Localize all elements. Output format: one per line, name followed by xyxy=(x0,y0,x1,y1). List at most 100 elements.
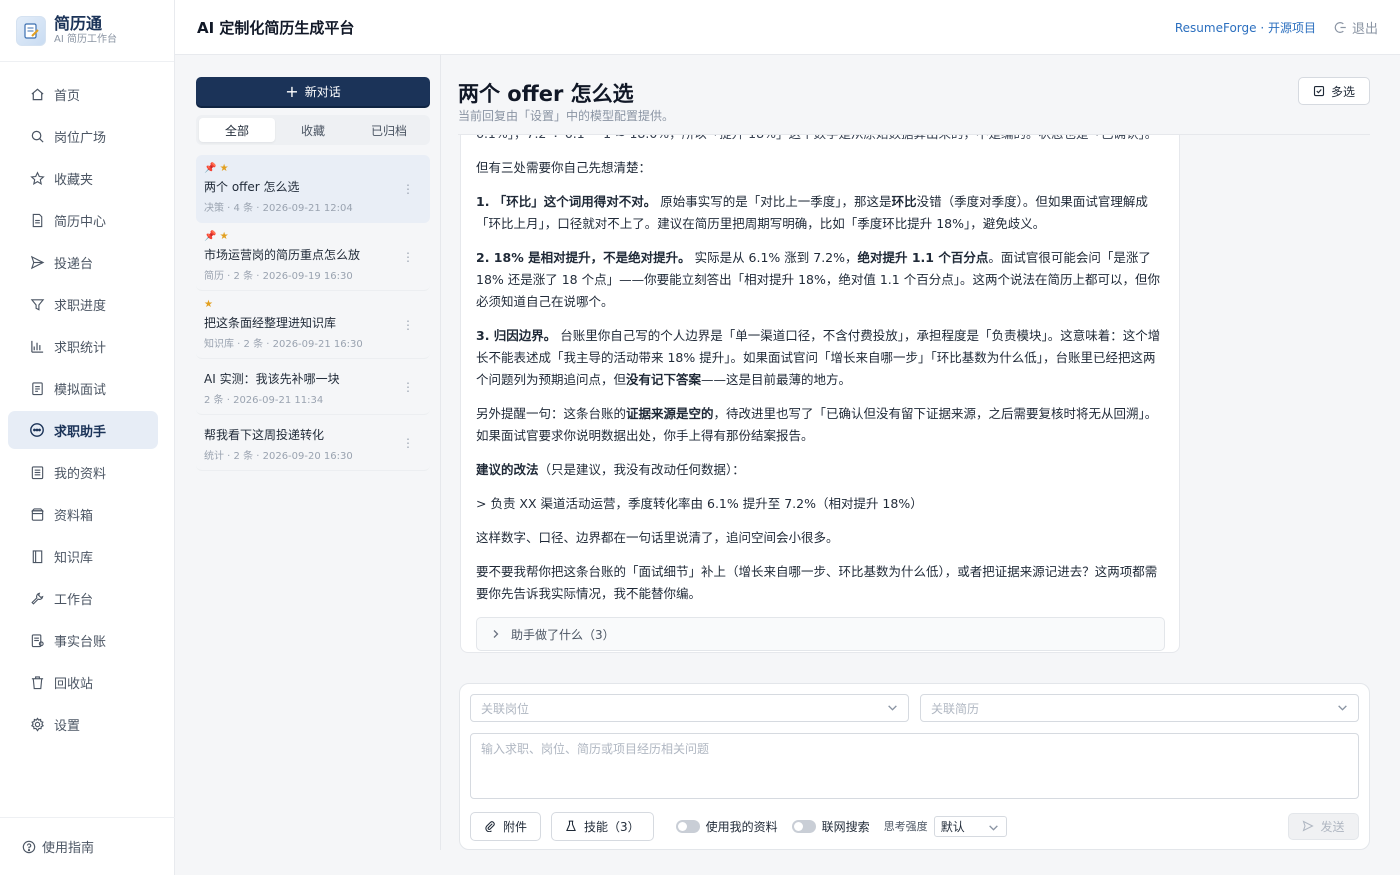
new-chat-button[interactable]: + 新对话 xyxy=(196,77,430,106)
logout-button[interactable]: 退出 xyxy=(1334,18,1378,37)
attach-label: 附件 xyxy=(503,819,528,834)
chevron-down-icon xyxy=(887,702,898,713)
profile-icon xyxy=(29,464,45,480)
skills-label: 技能（3） xyxy=(584,819,640,834)
send-icon xyxy=(1302,820,1315,832)
sidebar-item-progress[interactable]: 求职进度 xyxy=(8,285,158,323)
skills-button[interactable]: 技能（3） xyxy=(551,811,654,841)
sidebar-item-my-profile[interactable]: 我的资料 xyxy=(8,453,158,491)
composer-toolbar: 附件 技能（3） 使用我的资料 联网搜索 思考强度 默认 发送 xyxy=(470,811,1359,841)
message-paragraph: 6.1%」，7.2 ÷ 6.1 − 1 ≈ 18.0%，所以「提升 18%」这个… xyxy=(476,135,1165,145)
usage-guide-label: 使用指南 xyxy=(42,841,95,856)
sidebar-item-label: 模拟面试 xyxy=(54,382,107,398)
toggle-switch[interactable] xyxy=(791,819,816,833)
related-job-placeholder: 关联岗位 xyxy=(481,701,530,716)
sidebar-item-material-box[interactable]: 资料箱 xyxy=(8,495,158,533)
home-icon xyxy=(29,86,45,102)
conversation-item[interactable]: AI 实测：我该先补哪一块 2 条 · 2026-09-21 11:34 ⋮ xyxy=(196,359,430,415)
top-header: AI 定制化简历生成平台 ResumeForge · 开源项目 退出 xyxy=(175,0,1400,55)
more-options-icon[interactable]: ⋮ xyxy=(402,318,414,332)
pin-icon: 📌 xyxy=(204,231,217,242)
conversation-item[interactable]: 帮我看下这周投递转化 统计 · 2 条 · 2026-09-20 16:30 ⋮ xyxy=(196,415,430,471)
help-circle-icon xyxy=(22,840,36,854)
sidebar-item-label: 工作台 xyxy=(54,592,94,608)
gear-icon xyxy=(29,716,45,732)
plus-icon: + xyxy=(285,81,299,101)
sidebar-nav: 首页 岗位广场 收藏夹 简历中心 投递台 求职进度 求职统计 模拟面试 求职助手… xyxy=(0,62,174,743)
sidebar-item-delivery[interactable]: 投递台 xyxy=(8,243,158,281)
assistant-message: 6.1%」，7.2 ÷ 6.1 − 1 ≈ 18.0%，所以「提升 18%」这个… xyxy=(460,135,1180,653)
attach-button[interactable]: 附件 xyxy=(470,811,542,841)
sidebar-item-knowledge-base[interactable]: 知识库 xyxy=(8,537,158,575)
sidebar-item-mock-interview[interactable]: 模拟面试 xyxy=(8,369,158,407)
ledger-icon xyxy=(29,632,45,648)
open-source-link[interactable]: ResumeForge · 开源项目 xyxy=(1175,19,1316,36)
chevron-right-icon xyxy=(491,629,501,639)
more-options-icon[interactable]: ⋮ xyxy=(402,182,414,196)
sidebar-item-label: 简历中心 xyxy=(54,214,107,230)
sidebar-item-job-plaza[interactable]: 岗位广场 xyxy=(8,117,158,155)
message-paragraph: 但有三处需要你自己先想清楚： xyxy=(476,160,652,175)
message-input[interactable]: 输入求职、岗位、简历或项目经历相关问题 xyxy=(470,733,1359,799)
web-search-toggle[interactable]: 联网搜索 xyxy=(791,818,870,835)
conversation-title: 市场运营岗的简历重点怎么放 xyxy=(204,248,361,262)
search-icon xyxy=(29,128,45,144)
chevron-down-icon xyxy=(1337,702,1348,713)
brand-subtitle: AI 简历工作台 xyxy=(54,33,117,45)
related-resume-select[interactable]: 关联简历 xyxy=(920,694,1359,722)
multi-select-button[interactable]: 多选 xyxy=(1298,77,1370,105)
conversation-title: 帮我看下这周投递转化 xyxy=(204,428,325,442)
sidebar-item-favorites[interactable]: 收藏夹 xyxy=(8,159,158,197)
checkbox-icon xyxy=(1313,85,1325,97)
tab-favorites[interactable]: 收藏 xyxy=(275,118,351,142)
sidebar-item-home[interactable]: 首页 xyxy=(8,75,158,113)
conversation-item[interactable]: 📌 ★ 市场运营岗的简历重点怎么放 简历 · 2 条 · 2026-09-19 … xyxy=(196,223,430,291)
multi-select-label: 多选 xyxy=(1330,84,1355,99)
bar-chart-icon xyxy=(29,338,45,354)
chevron-down-icon xyxy=(988,819,999,833)
conversation-panel: + 新对话 全部 收藏 已归档 📌 ★ 两个 offer 怎么选 决策 · 4 … xyxy=(196,77,430,471)
sidebar-item-fact-ledger[interactable]: 事实台账 xyxy=(8,621,158,659)
more-options-icon[interactable]: ⋮ xyxy=(402,436,414,450)
sidebar-item-trash[interactable]: 回收站 xyxy=(8,663,158,701)
sidebar-item-settings[interactable]: 设置 xyxy=(8,705,158,743)
toggle-switch[interactable] xyxy=(675,819,700,833)
related-job-select[interactable]: 关联岗位 xyxy=(470,694,909,722)
conversation-item[interactable]: 📌 ★ 两个 offer 怎么选 决策 · 4 条 · 2026-09-21 1… xyxy=(196,155,430,223)
assistant-actions-expander[interactable]: 助手做了什么（3） xyxy=(476,617,1165,651)
conversation-title: 把这条面经整理进知识库 xyxy=(204,316,337,330)
more-options-icon[interactable]: ⋮ xyxy=(402,380,414,394)
document-icon xyxy=(29,212,45,228)
pin-icon: 📌 xyxy=(204,163,217,174)
sidebar-item-workbench[interactable]: 工作台 xyxy=(8,579,158,617)
logout-icon xyxy=(1334,21,1347,34)
star-icon: ★ xyxy=(204,299,213,310)
brand: 简历通 AI 简历工作台 xyxy=(0,0,174,62)
sidebar-item-job-assistant[interactable]: 求职助手 xyxy=(8,411,158,449)
usage-guide-link[interactable]: 使用指南 xyxy=(0,817,175,875)
conversation-title: AI 实测：我该先补哪一块 xyxy=(204,372,340,386)
tab-archived[interactable]: 已归档 xyxy=(351,118,427,142)
send-icon xyxy=(29,254,45,270)
panel-divider xyxy=(440,55,441,850)
think-strength-value: 默认 xyxy=(940,819,965,834)
sidebar-item-resume-center[interactable]: 简历中心 xyxy=(8,201,158,239)
conversation-heading: 两个 offer 怎么选 xyxy=(458,82,634,106)
send-button[interactable]: 发送 xyxy=(1288,812,1359,840)
sidebar-item-label: 求职助手 xyxy=(54,424,107,440)
conversation-filter-tabs: 全部 收藏 已归档 xyxy=(196,115,430,145)
use-profile-label: 使用我的资料 xyxy=(705,819,778,834)
conversation-title: 两个 offer 怎么选 xyxy=(204,180,300,194)
use-profile-toggle[interactable]: 使用我的资料 xyxy=(675,818,778,835)
tab-all[interactable]: 全部 xyxy=(199,118,275,142)
sidebar-item-label: 回收站 xyxy=(54,676,94,692)
book-icon xyxy=(29,548,45,564)
flask-icon xyxy=(565,820,577,832)
more-options-icon[interactable]: ⋮ xyxy=(402,250,414,264)
conversation-item[interactable]: ★ 把这条面经整理进知识库 知识库 · 2 条 · 2026-09-21 16:… xyxy=(196,291,430,359)
clipboard-icon xyxy=(29,380,45,396)
conversation-meta: 统计 · 2 条 · 2026-09-20 16:30 xyxy=(204,451,353,462)
sidebar-item-label: 求职进度 xyxy=(54,298,107,314)
think-strength-select[interactable]: 默认 xyxy=(933,815,1007,837)
sidebar-item-stats[interactable]: 求职统计 xyxy=(8,327,158,365)
